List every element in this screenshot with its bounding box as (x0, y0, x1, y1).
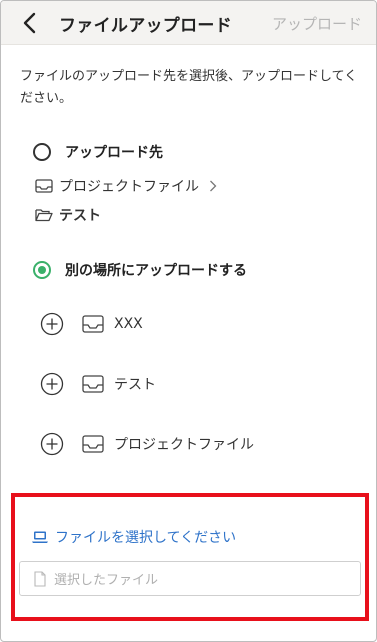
header-bar: ファイルアップロード アップロード (1, 1, 376, 45)
upload-button[interactable]: アップロード (272, 13, 362, 34)
folder-open-icon (35, 208, 53, 222)
destination-path-folder-label: テスト (59, 208, 101, 224)
destination-path-folder: テスト (35, 205, 101, 225)
location-item[interactable]: プロジェクトファイル (40, 432, 254, 456)
other-location-radio[interactable] (33, 261, 51, 279)
select-file-link[interactable]: ファイルを選択してください (31, 527, 236, 547)
destination-path-root[interactable]: プロジェクトファイル (35, 176, 217, 196)
destination-radio-option[interactable]: アップロード先 (33, 142, 163, 162)
selected-file-placeholder: 選択したファイル (54, 573, 159, 588)
instruction-text: ファイルのアップロード先を選択後、アップロードしてください。 (20, 69, 358, 106)
highlight-box (11, 493, 369, 621)
page-title: ファイルアップロード (59, 16, 232, 36)
inbox-icon (35, 179, 53, 193)
expand-plus-icon[interactable] (40, 372, 64, 396)
location-item[interactable]: XXX (40, 312, 143, 336)
location-item-label: XXX (114, 316, 143, 332)
expand-plus-icon[interactable] (40, 312, 64, 336)
screen: ファイルアップロード アップロード ファイルのアップロード先を選択後、アップロー… (0, 0, 377, 642)
other-location-radio-option[interactable]: 別の場所にアップロードする (33, 260, 247, 280)
laptop-icon (31, 530, 49, 544)
other-location-radio-label: 別の場所にアップロードする (65, 263, 247, 279)
destination-radio[interactable] (33, 143, 51, 161)
location-item[interactable]: テスト (40, 372, 156, 396)
select-file-link-label: ファイルを選択してください (55, 530, 237, 546)
back-chevron-icon[interactable] (19, 11, 43, 35)
chevron-right-icon (209, 180, 217, 192)
inbox-icon (82, 315, 104, 333)
document-icon (34, 570, 46, 587)
inbox-icon (82, 435, 104, 453)
location-item-label: プロジェクトファイル (114, 437, 254, 453)
expand-plus-icon[interactable] (40, 432, 64, 456)
selected-file-field[interactable]: 選択したファイル (19, 561, 361, 596)
location-item-label: テスト (114, 377, 156, 393)
inbox-icon (82, 375, 104, 393)
destination-radio-label: アップロード先 (65, 145, 163, 161)
destination-path-root-label: プロジェクトファイル (59, 179, 199, 195)
